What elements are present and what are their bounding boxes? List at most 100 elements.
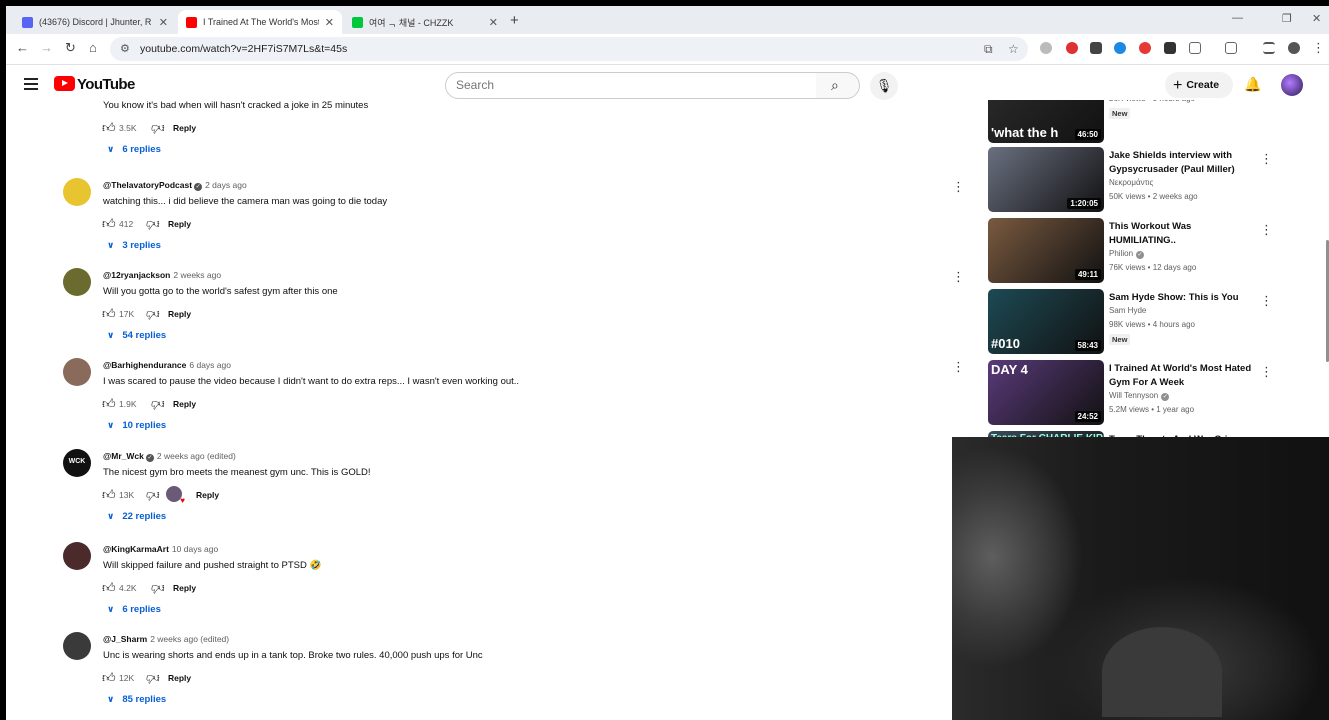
reply-button[interactable]: Reply bbox=[173, 123, 196, 133]
comment-time[interactable]: 10 days ago bbox=[172, 544, 218, 554]
view-replies-button[interactable]: ∨ 54 replies bbox=[107, 330, 166, 341]
dislike-thumb-down-icon[interactable]: 👍︎ bbox=[151, 580, 165, 596]
back-icon[interactable]: ← bbox=[16, 40, 29, 55]
account-avatar[interactable] bbox=[1281, 74, 1303, 96]
comment-author[interactable]: @J_Sharm bbox=[103, 634, 147, 644]
dislike-thumb-down-icon[interactable]: 👍︎ bbox=[146, 306, 160, 322]
search-input[interactable] bbox=[456, 78, 806, 92]
create-button[interactable]: + Create bbox=[1165, 72, 1233, 98]
recommended-video[interactable]: 'what the h 46:50 26K views • 9 hours ago… bbox=[988, 100, 1278, 146]
recommended-video[interactable]: DAY 4 24:52 I Trained At World's Most Hat… bbox=[988, 360, 1278, 428]
channel-name[interactable]: Νεκρομάντις bbox=[1109, 178, 1153, 187]
recommended-video[interactable]: #010 58:43 Sam Hyde Show: This is You Sam … bbox=[988, 289, 1278, 357]
bookmark-star-icon[interactable]: ☆ bbox=[1008, 42, 1019, 56]
extension-icon[interactable] bbox=[1164, 42, 1176, 54]
video-thumbnail[interactable]: 49:11 bbox=[988, 218, 1104, 283]
channel-name[interactable]: Will Tennyson ✓ bbox=[1109, 391, 1170, 401]
video-title[interactable]: This Workout Was HUMILIATING.. bbox=[1109, 220, 1254, 248]
maximize-icon[interactable]: ❐ bbox=[1282, 12, 1292, 25]
video-more-actions-icon[interactable]: ⋮ bbox=[1260, 293, 1273, 309]
comment-time[interactable]: 2 days ago bbox=[205, 180, 247, 190]
like-thumb-up-icon[interactable]: 👍︎ bbox=[102, 216, 116, 232]
dislike-thumb-down-icon[interactable]: 👍︎ bbox=[151, 120, 165, 136]
comment-more-actions-icon[interactable]: ⋮ bbox=[952, 270, 965, 283]
like-thumb-up-icon[interactable]: 👍︎ bbox=[102, 120, 116, 136]
extension-icon[interactable] bbox=[1040, 42, 1052, 54]
reply-button[interactable]: Reply bbox=[196, 490, 219, 500]
video-more-actions-icon[interactable]: ⋮ bbox=[1260, 151, 1273, 167]
video-more-actions-icon[interactable]: ⋮ bbox=[1260, 364, 1273, 380]
comment-avatar[interactable] bbox=[63, 268, 91, 296]
recommended-video[interactable]: 49:11 This Workout Was HUMILIATING.. Phil… bbox=[988, 218, 1278, 286]
video-thumbnail[interactable]: DAY 4 24:52 bbox=[988, 360, 1104, 425]
like-thumb-up-icon[interactable]: 👍︎ bbox=[102, 580, 116, 596]
view-replies-button[interactable]: ∨ 6 replies bbox=[107, 144, 161, 155]
tab-chzzk[interactable]: 여여 ᆨ 채널 - CHZZK ✕ bbox=[344, 10, 506, 34]
close-window-icon[interactable]: ✕ bbox=[1312, 12, 1321, 25]
search-button[interactable]: ⌕ bbox=[816, 72, 860, 99]
comment-avatar[interactable]: WCK bbox=[63, 449, 91, 477]
close-tab-icon[interactable]: ✕ bbox=[159, 16, 168, 29]
video-thumbnail[interactable]: 'what the h 46:50 bbox=[988, 100, 1104, 143]
reply-button[interactable]: Reply bbox=[173, 399, 196, 409]
install-app-icon[interactable]: ⧉ bbox=[984, 42, 993, 57]
comment-avatar[interactable] bbox=[63, 542, 91, 570]
comment-time[interactable]: 6 days ago bbox=[189, 360, 231, 370]
comment-avatar[interactable] bbox=[63, 358, 91, 386]
tab-discord[interactable]: (43676) Discord | Jhunter, R ✕ bbox=[14, 10, 176, 34]
view-replies-button[interactable]: ∨ 22 replies bbox=[107, 511, 166, 522]
channel-name[interactable]: Sam Hyde bbox=[1109, 306, 1146, 315]
extensions-puzzle-icon[interactable] bbox=[1189, 42, 1201, 54]
comment-more-actions-icon[interactable]: ⋮ bbox=[952, 360, 965, 373]
youtube-brand[interactable]: YouTube bbox=[77, 76, 135, 93]
video-title[interactable]: Jake Shields interview with Gypsycrusade… bbox=[1109, 149, 1254, 177]
video-title[interactable]: I Trained At World's Most Hated Gym For … bbox=[1109, 362, 1254, 390]
address-bar[interactable]: ⚙ youtube.com/watch?v=2HF7iS7M7Ls&t=45s … bbox=[110, 37, 1028, 61]
like-thumb-up-icon[interactable]: 👍︎ bbox=[102, 306, 116, 322]
reading-mode-icon[interactable] bbox=[1225, 42, 1237, 54]
video-thumbnail[interactable]: #010 58:43 bbox=[988, 289, 1104, 354]
home-icon[interactable]: ⌂ bbox=[89, 40, 97, 55]
reply-button[interactable]: Reply bbox=[168, 219, 191, 229]
view-replies-button[interactable]: ∨ 85 replies bbox=[107, 694, 166, 705]
channel-name[interactable]: Philion ✓ bbox=[1109, 249, 1145, 259]
comment-more-actions-icon[interactable]: ⋮ bbox=[952, 180, 965, 193]
dislike-thumb-down-icon[interactable]: 👍︎ bbox=[146, 487, 160, 503]
comment-author[interactable]: @KingKarmaArt bbox=[103, 544, 169, 554]
minimize-icon[interactable]: — bbox=[1232, 12, 1243, 24]
comment-author[interactable]: @Mr_Wck bbox=[103, 451, 144, 461]
comment-time[interactable]: 2 weeks ago (edited) bbox=[150, 634, 229, 644]
dislike-thumb-down-icon[interactable]: 👍︎ bbox=[151, 396, 165, 412]
video-thumbnail[interactable]: 1:20:05 bbox=[988, 147, 1104, 212]
extension-icon[interactable] bbox=[1090, 42, 1102, 54]
view-replies-button[interactable]: ∨ 10 replies bbox=[107, 420, 166, 431]
voice-search-mic-icon[interactable]: 🎙 bbox=[870, 72, 898, 100]
like-thumb-up-icon[interactable]: 👍︎ bbox=[102, 670, 116, 686]
extension-icon[interactable] bbox=[1066, 42, 1078, 54]
url-text[interactable]: youtube.com/watch?v=2HF7iS7M7Ls&t=45s bbox=[140, 43, 347, 55]
tab-youtube[interactable]: I Trained At The World's Most D ✕ bbox=[178, 10, 342, 34]
dislike-thumb-down-icon[interactable]: 👍︎ bbox=[146, 670, 160, 686]
new-tab-icon[interactable]: + bbox=[510, 12, 519, 29]
dislike-thumb-down-icon[interactable]: 👍︎ bbox=[146, 216, 160, 232]
like-thumb-up-icon[interactable]: 👍︎ bbox=[102, 396, 116, 412]
view-replies-button[interactable]: ∨ 6 replies bbox=[107, 604, 161, 615]
site-info-icon[interactable]: ⚙ bbox=[120, 42, 130, 55]
reply-button[interactable]: Reply bbox=[173, 583, 196, 593]
reply-button[interactable]: Reply bbox=[168, 309, 191, 319]
view-replies-button[interactable]: ∨ 3 replies bbox=[107, 240, 161, 251]
notifications-bell-icon[interactable]: 🔔 bbox=[1244, 76, 1261, 93]
comment-avatar[interactable] bbox=[63, 178, 91, 206]
comment-avatar[interactable] bbox=[63, 632, 91, 660]
profile-avatar[interactable] bbox=[1288, 42, 1300, 54]
comment-author[interactable]: @12ryanjackson bbox=[103, 270, 170, 280]
forward-icon[interactable]: → bbox=[40, 40, 53, 55]
hamburger-menu-icon[interactable] bbox=[24, 78, 38, 90]
comment-author[interactable]: @Barhighendurance bbox=[103, 360, 186, 370]
youtube-logo-icon[interactable] bbox=[54, 76, 75, 91]
video-more-actions-icon[interactable]: ⋮ bbox=[1260, 222, 1273, 238]
extension-icon[interactable] bbox=[1139, 42, 1151, 54]
close-tab-icon[interactable]: ✕ bbox=[489, 16, 498, 29]
video-title[interactable]: Sam Hyde Show: This is You bbox=[1109, 291, 1254, 305]
reply-button[interactable]: Reply bbox=[168, 673, 191, 683]
